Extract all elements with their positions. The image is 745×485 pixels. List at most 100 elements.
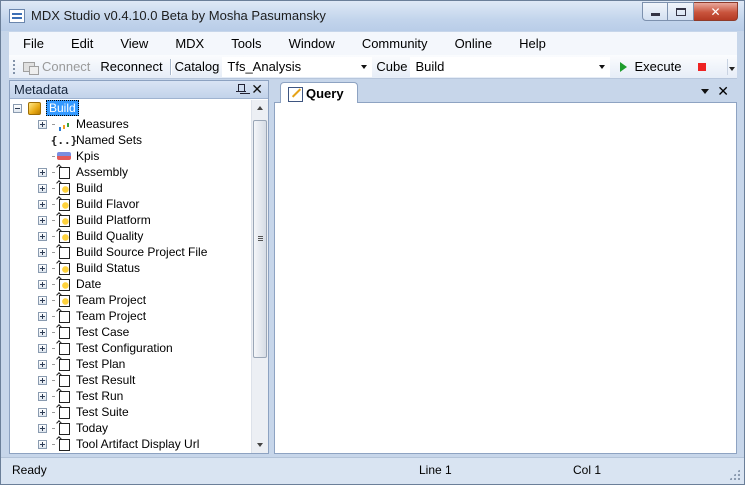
expand-icon[interactable] [38, 215, 47, 225]
title-bar[interactable]: MDX Studio v0.4.10.0 Beta by Mosha Pasum… [1, 1, 744, 31]
menu-file[interactable]: File [9, 36, 56, 51]
execute-button[interactable]: Execute [610, 59, 681, 74]
tree-item[interactable]: Team Project [38, 292, 146, 308]
tree-item[interactable]: Kpis [38, 148, 99, 164]
expand-icon[interactable] [38, 391, 47, 401]
tree-item[interactable]: Test Result [38, 372, 135, 388]
expand-icon[interactable] [38, 295, 47, 305]
tab-list-icon[interactable] [701, 88, 710, 94]
tree-root[interactable]: Build [13, 100, 79, 116]
close-icon: ✕ [710, 4, 721, 19]
reconnect-button[interactable]: Reconnect [100, 59, 162, 74]
pin-icon[interactable] [236, 84, 246, 96]
tree-item[interactable]: Build Status [38, 260, 140, 276]
tree-item[interactable]: Build Source Project File [38, 244, 207, 260]
menu-help[interactable]: Help [504, 36, 558, 51]
tree-item[interactable]: Build [38, 180, 103, 196]
tree-connector [52, 315, 54, 317]
tree-connector [52, 187, 54, 189]
query-editor[interactable] [274, 103, 737, 454]
menu-community[interactable]: Community [347, 36, 440, 51]
close-button[interactable]: ✕ [694, 2, 738, 21]
expand-icon[interactable] [38, 423, 47, 433]
expand-icon[interactable] [38, 199, 47, 209]
expand-icon[interactable] [38, 183, 47, 193]
expand-icon[interactable] [38, 247, 47, 257]
expand-icon[interactable] [38, 311, 47, 321]
dimension-icon [56, 308, 72, 324]
tree-connector [52, 331, 54, 333]
expand-icon[interactable] [38, 327, 47, 337]
tree-item[interactable]: Build Flavor [38, 196, 139, 212]
tree-scrollbar[interactable] [251, 100, 268, 453]
connect-button[interactable]: Connect [16, 59, 90, 75]
tree-item-label: Today [76, 421, 109, 435]
dimension-icon [56, 340, 72, 356]
dimension-gold-icon [56, 292, 72, 308]
maximize-icon [675, 7, 686, 16]
tree-item-label: Team Project [76, 293, 147, 307]
status-state: Ready [12, 463, 47, 477]
tree-connector [52, 395, 54, 397]
close-document-icon[interactable]: ✕ [717, 84, 729, 98]
expand-icon[interactable] [38, 263, 47, 273]
metadata-header: Metadata ✕ [10, 81, 268, 99]
tree-connector [52, 235, 54, 237]
tree-item[interactable]: {..} Named Sets [38, 132, 142, 148]
tree-item[interactable]: Assembly [38, 164, 128, 180]
stop-icon[interactable] [698, 62, 707, 71]
collapse-icon[interactable] [13, 103, 22, 113]
menu-mdx[interactable]: MDX [160, 36, 216, 51]
menu-view[interactable]: View [105, 36, 160, 51]
tab-query[interactable]: Query [280, 82, 358, 104]
status-line: Line 1 [419, 463, 452, 477]
tree-item[interactable]: Build Quality [38, 228, 143, 244]
tree-connector [52, 411, 54, 413]
dimension-gold-icon [56, 180, 72, 196]
menu-online[interactable]: Online [440, 36, 505, 51]
resize-grip[interactable] [729, 469, 740, 480]
dimension-gold-icon [56, 196, 72, 212]
scroll-up-icon[interactable] [252, 100, 268, 116]
metadata-tree: Build Measures {..} Named Sets Kpis Assembly… [10, 100, 251, 454]
minimize-button[interactable] [642, 2, 668, 21]
expand-icon[interactable] [38, 375, 47, 385]
expand-icon[interactable] [38, 343, 47, 353]
tree-item[interactable]: Today [38, 420, 108, 436]
toolbar-separator [169, 58, 171, 75]
dimension-icon [56, 164, 72, 180]
expand-icon[interactable] [38, 119, 47, 129]
expand-icon[interactable] [38, 167, 47, 177]
tree-item[interactable]: Test Suite [38, 404, 129, 420]
tree-item[interactable]: Team Project [38, 308, 146, 324]
expand-icon[interactable] [38, 359, 47, 369]
menu-bar: File Edit View MDX Tools Window Communit… [9, 32, 737, 55]
tree-item[interactable]: Build Platform [38, 212, 151, 228]
tree-item[interactable]: Test Run [38, 388, 123, 404]
cube-select[interactable]: Build [410, 56, 611, 77]
toolbar-overflow-button[interactable] [727, 59, 736, 75]
tree-item[interactable]: Date [38, 276, 101, 292]
expand-icon[interactable] [38, 279, 47, 289]
tree-connector [52, 203, 54, 205]
tree-item[interactable]: Test Configuration [38, 340, 173, 356]
tree-item[interactable]: Test Case [38, 324, 129, 340]
mdx-query-icon [287, 86, 303, 102]
tree-item[interactable]: Tool Artifact Display Url [38, 436, 199, 452]
tree-item[interactable]: Test Plan [38, 356, 125, 372]
expand-icon[interactable] [38, 407, 47, 417]
close-panel-icon[interactable]: ✕ [251, 82, 263, 97]
menu-edit[interactable]: Edit [56, 36, 105, 51]
catalog-label: Catalog [174, 59, 220, 74]
scroll-thumb[interactable] [253, 120, 267, 358]
maximize-button[interactable] [668, 2, 694, 21]
tree-item[interactable]: Measures [38, 116, 129, 132]
catalog-select[interactable]: Tfs_Analysis [222, 56, 373, 77]
dimension-icon [56, 436, 72, 452]
expand-icon[interactable] [38, 231, 47, 241]
named-sets-icon: {..} [50, 133, 78, 147]
expand-icon[interactable] [38, 439, 47, 449]
scroll-down-icon[interactable] [252, 437, 268, 453]
menu-tools[interactable]: Tools [216, 36, 273, 51]
menu-window[interactable]: Window [274, 36, 347, 51]
